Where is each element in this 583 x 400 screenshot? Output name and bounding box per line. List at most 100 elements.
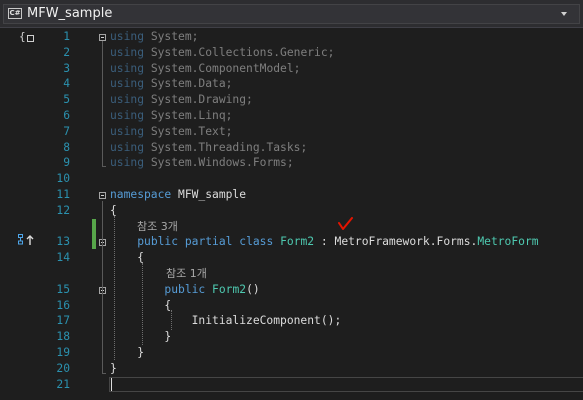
code-token: InitializeComponent(); xyxy=(110,314,342,328)
codelens-label[interactable]: 참조 1개 xyxy=(166,266,207,282)
codelens-reference[interactable]: 참조 3개 xyxy=(0,219,583,235)
code-text[interactable]: using System.Data; xyxy=(110,76,232,92)
line-number: 2 xyxy=(63,45,70,59)
code-text[interactable]: } xyxy=(110,345,144,361)
code-token: MFW_sample xyxy=(171,188,247,201)
code-token: System; xyxy=(144,30,199,43)
outline-guide xyxy=(102,41,103,167)
keyword-token: using xyxy=(110,45,145,59)
code-token: System.Threading.Tasks; xyxy=(144,140,308,154)
keyword-token: public xyxy=(137,235,179,249)
text-caret xyxy=(111,378,112,391)
code-line[interactable]: 10 xyxy=(0,171,583,187)
line-number: 21 xyxy=(56,377,70,391)
code-text[interactable]: { xyxy=(110,250,144,266)
code-line[interactable]: 3 using System.ComponentModel; xyxy=(0,61,583,77)
keyword-token: using xyxy=(110,61,145,75)
red-checkmark-annotation xyxy=(338,217,353,230)
code-token: System.Linq; xyxy=(144,109,233,122)
code-token: { xyxy=(110,251,145,265)
code-line[interactable]: 11 namespace MFW_sample xyxy=(0,187,583,203)
type-scope-label: MFW_sample xyxy=(27,6,113,21)
code-text[interactable]: using System.ComponentModel; xyxy=(110,61,300,77)
line-number: 12 xyxy=(56,203,70,217)
code-line[interactable]: 6 using System.Linq; xyxy=(0,108,583,124)
line-number: 10 xyxy=(56,172,70,186)
keyword-token: public xyxy=(164,282,206,296)
code-line[interactable]: 12 { xyxy=(0,203,583,219)
type-scope-dropdown[interactable]: C# MFW_sample xyxy=(3,4,580,24)
code-line[interactable]: 20} xyxy=(0,361,583,377)
keyword-token: class xyxy=(239,235,274,249)
code-text[interactable]: InitializeComponent(); xyxy=(110,313,342,329)
keyword-token: using xyxy=(110,109,145,122)
line-number: 8 xyxy=(63,140,70,154)
code-line[interactable]: 19 } xyxy=(0,345,583,361)
keyword-token: partial xyxy=(184,235,233,249)
line-number: 17 xyxy=(56,314,70,328)
code-text[interactable]: } xyxy=(110,361,117,377)
line-number: 9 xyxy=(63,156,70,170)
code-token: System.Text; xyxy=(144,124,233,138)
brace-scope-icon[interactable]: { xyxy=(19,31,34,42)
codelens-label[interactable]: 참조 3개 xyxy=(137,219,178,235)
code-line[interactable]: 15 public Form2() xyxy=(0,282,583,298)
code-token: System.Drawing; xyxy=(144,93,253,107)
code-text[interactable]: namespace MFW_sample xyxy=(110,187,246,203)
code-line[interactable]: 5 using System.Drawing; xyxy=(0,92,583,108)
code-text[interactable]: using System.Linq; xyxy=(110,108,232,124)
line-number: 6 xyxy=(63,109,70,122)
line-number: 5 xyxy=(63,93,70,107)
code-line[interactable]: 2 using System.Collections.Generic; xyxy=(0,45,583,61)
current-line-highlight xyxy=(109,377,583,392)
code-token: System.Windows.Forms; xyxy=(144,156,294,170)
line-number: 15 xyxy=(56,282,70,296)
code-line[interactable]: 4 using System.Data; xyxy=(0,76,583,92)
class-hierarchy-icon[interactable] xyxy=(18,234,36,245)
code-text[interactable]: using System.Windows.Forms; xyxy=(110,155,294,171)
code-text[interactable]: } xyxy=(110,329,171,345)
line-number: 16 xyxy=(56,298,70,312)
line-number: 18 xyxy=(56,330,70,344)
outline-guide xyxy=(102,201,103,374)
code-line[interactable]: 18 } xyxy=(0,329,583,345)
code-line[interactable]: 9 using System.Windows.Forms; xyxy=(0,155,583,171)
keyword-token: using xyxy=(110,77,145,91)
collapse-outline-icon[interactable] xyxy=(99,192,106,199)
code-text[interactable]: using System.Collections.Generic; xyxy=(110,45,334,61)
code-line[interactable]: 14 { xyxy=(0,250,583,266)
code-token: System.ComponentModel; xyxy=(144,61,301,75)
change-tracking-bar xyxy=(92,219,96,249)
outline-guide-end xyxy=(102,373,106,374)
code-token: : MetroFramework.Forms. xyxy=(314,235,478,249)
code-text[interactable]: { xyxy=(110,298,171,314)
code-text[interactable]: public Form2() xyxy=(110,282,259,298)
code-text[interactable]: public partial class Form2 : MetroFramew… xyxy=(110,234,538,250)
keyword-token: namespace xyxy=(110,188,172,201)
code-text[interactable]: using System; xyxy=(110,29,198,45)
line-number: 11 xyxy=(56,188,70,201)
line-number: 4 xyxy=(63,77,70,91)
code-token: } xyxy=(110,346,145,359)
keyword-token: using xyxy=(110,124,145,138)
code-editor[interactable]: 1 using System; 2 using System.Collections.… xyxy=(0,28,583,400)
line-number: 14 xyxy=(56,251,70,265)
code-text[interactable]: using System.Drawing; xyxy=(110,92,253,108)
code-text[interactable]: using System.Text; xyxy=(110,124,232,140)
collapse-outline-icon[interactable] xyxy=(99,34,106,41)
line-number: 20 xyxy=(56,361,70,375)
code-line[interactable]: 13 public partial class Form2 : MetroFra… xyxy=(0,234,583,250)
codelens-reference[interactable]: 참조 1개 xyxy=(0,266,583,282)
code-line[interactable]: 16 { xyxy=(0,298,583,314)
chevron-down-icon[interactable] xyxy=(561,12,567,16)
code-text[interactable]: using System.Threading.Tasks; xyxy=(110,140,307,156)
navigation-bar: C# MFW_sample xyxy=(0,0,583,28)
code-line[interactable]: 8 using System.Threading.Tasks; xyxy=(0,140,583,156)
code-token: } xyxy=(110,361,117,375)
code-line[interactable]: 7 using System.Text; xyxy=(0,124,583,140)
code-line[interactable]: 1 using System; xyxy=(0,29,583,45)
indent-guide xyxy=(142,263,143,345)
code-line[interactable]: 17 InitializeComponent(); xyxy=(0,313,583,329)
